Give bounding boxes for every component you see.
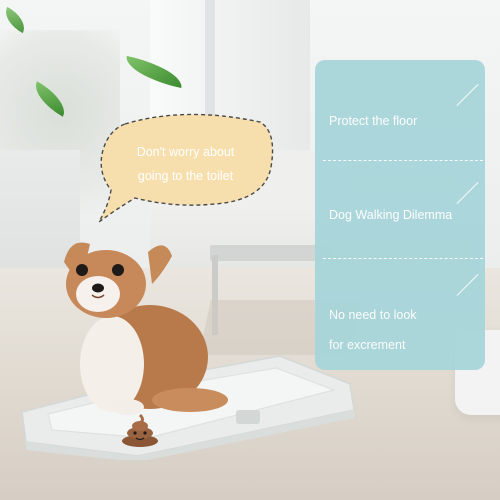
- poop-icon: [122, 413, 158, 447]
- divider: [323, 160, 483, 161]
- divider: [323, 258, 483, 259]
- feature-no-search-line2: for excrement: [329, 338, 406, 352]
- speech-bubble-line: going to the toilet: [137, 169, 234, 183]
- product-image: Don't worry about going to the toilet Pr…: [0, 0, 500, 500]
- speech-bubble-line: Don't worry about: [136, 145, 235, 159]
- decorative-slash: [456, 84, 479, 106]
- decorative-slash: [456, 182, 479, 204]
- feature-panel: Protect the floor Dog Walking Dilemma No…: [315, 60, 485, 370]
- decorative-slash: [456, 274, 479, 296]
- speech-bubble-text: Don't worry about going to the toilet: [118, 140, 253, 188]
- feature-no-search: No need to look: [329, 308, 417, 322]
- feature-protect-floor: Protect the floor: [329, 114, 418, 128]
- dog: [64, 242, 228, 415]
- feature-dog-walking: Dog Walking Dilemma: [329, 208, 453, 222]
